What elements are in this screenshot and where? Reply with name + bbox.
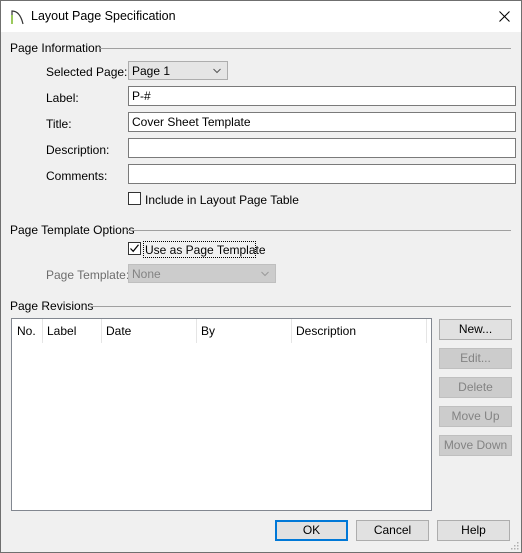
page-information-group-label: Page Information <box>10 41 102 55</box>
label-field-label: Label: <box>46 91 79 105</box>
label-input[interactable]: P-# <box>128 86 516 106</box>
comments-input[interactable] <box>128 164 516 184</box>
column-header-no[interactable]: No. <box>12 319 42 343</box>
use-as-page-template-checkbox[interactable] <box>128 242 141 255</box>
page-template-dropdown[interactable]: None <box>128 264 276 283</box>
column-header-by[interactable]: By <box>196 319 291 343</box>
layout-page-specification-dialog: Layout Page Specification Page Informati… <box>0 0 522 553</box>
description-input[interactable] <box>128 138 516 158</box>
page-template-options-group-label: Page Template Options <box>10 223 135 237</box>
revisions-list[interactable]: No. Label Date By Description <box>11 318 432 511</box>
page-revisions-group-label: Page Revisions <box>10 299 94 313</box>
description-field-label: Description: <box>46 143 110 157</box>
move-down-button[interactable]: Move Down <box>439 435 512 456</box>
help-button[interactable]: Help <box>437 520 510 541</box>
column-separator[interactable] <box>426 319 427 343</box>
page-revisions-divider <box>89 306 511 307</box>
column-header-description[interactable]: Description <box>291 319 426 343</box>
comments-field-label: Comments: <box>46 169 108 183</box>
selected-page-dropdown[interactable]: Page 1 <box>128 61 228 80</box>
column-header-date[interactable]: Date <box>101 319 196 343</box>
chevron-down-icon <box>213 68 221 74</box>
ok-button[interactable]: OK <box>275 520 348 541</box>
title-field-label: Title: <box>46 117 72 131</box>
app-arc-icon <box>11 10 24 25</box>
include-in-layout-page-table-checkbox[interactable] <box>128 192 141 205</box>
edit-revision-button[interactable]: Edit... <box>439 348 512 369</box>
page-information-divider <box>100 48 511 49</box>
title-bar: Layout Page Specification <box>1 1 521 32</box>
page-template-label: Page Template: <box>46 268 130 282</box>
use-as-page-template-label[interactable]: Use as Page Template <box>145 243 266 257</box>
window-title: Layout Page Specification <box>31 9 176 23</box>
delete-revision-button[interactable]: Delete <box>439 377 512 398</box>
close-button[interactable] <box>489 3 519 29</box>
selected-page-value: Page 1 <box>132 64 171 78</box>
new-revision-button[interactable]: New... <box>439 319 512 340</box>
column-header-label[interactable]: Label <box>42 319 102 343</box>
checkmark-icon <box>130 244 139 253</box>
selected-page-label: Selected Page: <box>46 65 128 79</box>
chevron-down-icon <box>261 271 269 277</box>
cancel-button[interactable]: Cancel <box>356 520 429 541</box>
resize-grip-icon[interactable] <box>509 540 519 550</box>
include-in-layout-page-table-label[interactable]: Include in Layout Page Table <box>145 193 299 207</box>
page-template-options-divider <box>127 230 511 231</box>
title-input[interactable]: Cover Sheet Template <box>128 112 516 132</box>
page-template-value: None <box>132 267 161 281</box>
close-icon <box>498 10 510 22</box>
move-up-button[interactable]: Move Up <box>439 406 512 427</box>
